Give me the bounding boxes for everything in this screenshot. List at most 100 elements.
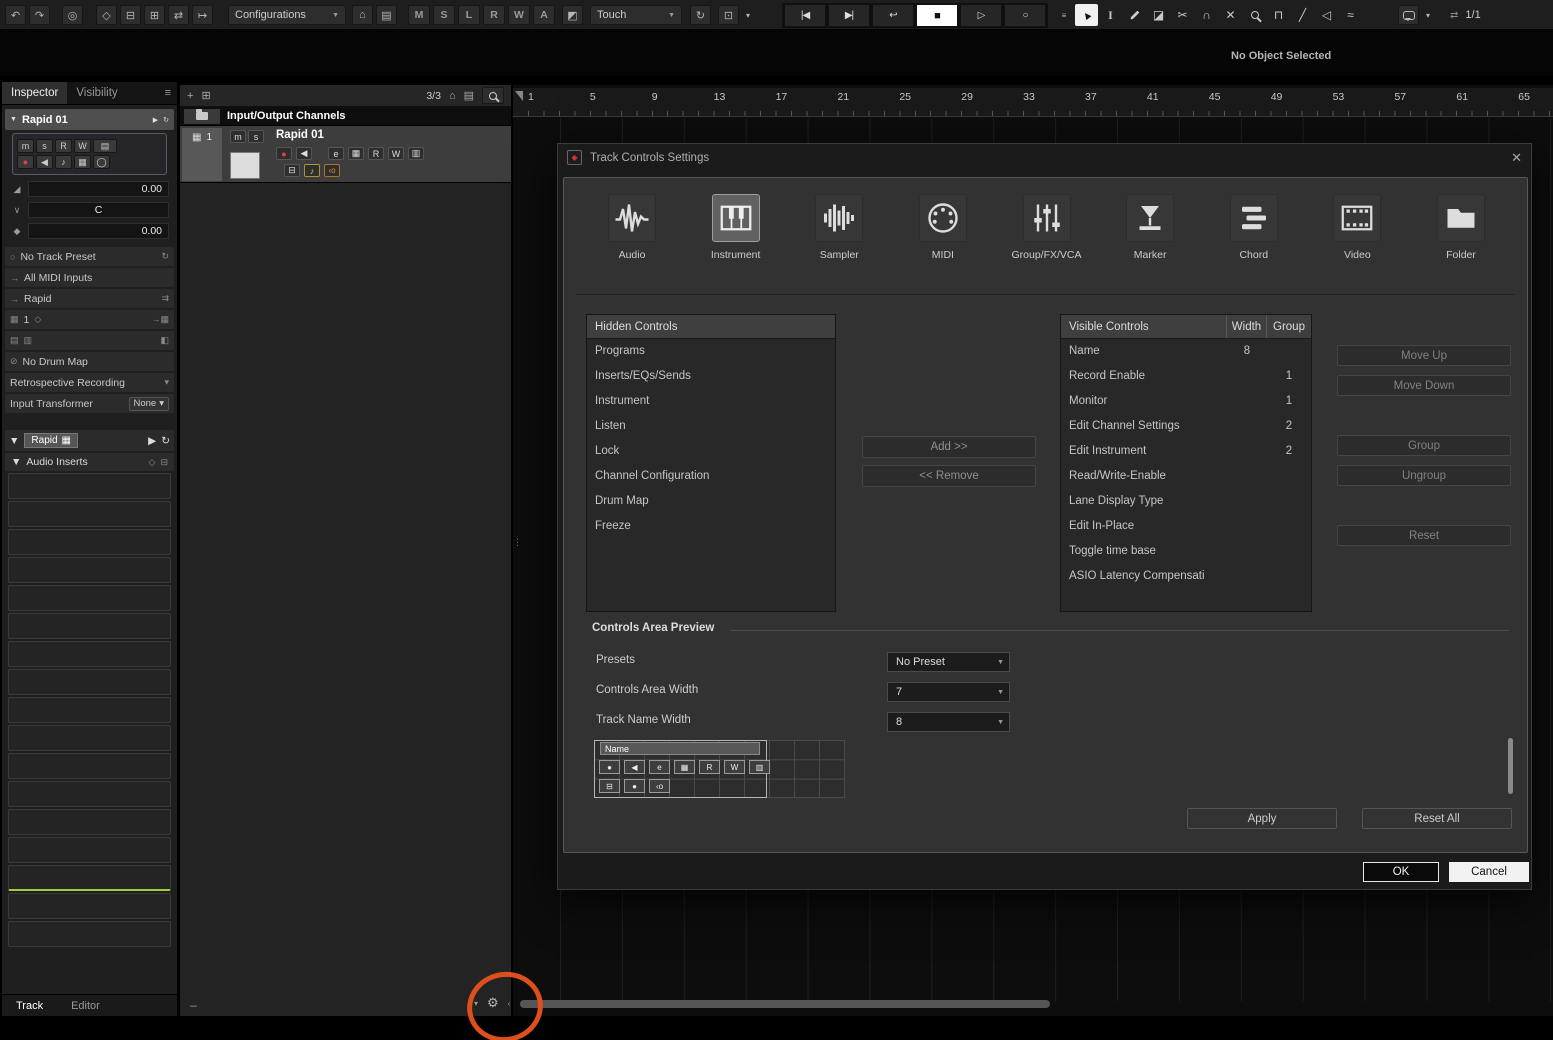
hidden-control-item[interactable]: Lock — [587, 439, 835, 464]
minus-icon[interactable]: – — [190, 998, 197, 1012]
tab-editor[interactable]: Editor — [57, 1000, 114, 1012]
play-tool[interactable]: ◁ — [1315, 4, 1338, 26]
compare-icon[interactable]: ⇄ — [168, 5, 189, 25]
channel-section-header[interactable]: ▼ Rapid ▦ ▶ ↻ — [5, 430, 174, 451]
edit-instrument-icon[interactable]: →▦ — [151, 314, 169, 325]
insert-slot[interactable] — [8, 641, 171, 667]
insert-slot[interactable] — [8, 837, 171, 863]
track-type-audio[interactable]: Audio — [607, 194, 657, 261]
feedback-icon[interactable] — [1398, 5, 1419, 25]
redo-icon[interactable]: ↷ — [29, 5, 50, 25]
reload-icon[interactable]: ↻ — [161, 251, 169, 262]
search-box[interactable] — [482, 87, 504, 104]
visible-control-row[interactable]: Record Enable 1 — [1061, 364, 1311, 389]
tab-track[interactable]: Track — [2, 1000, 57, 1012]
keyboard-icon[interactable]: ▦ — [74, 155, 91, 169]
insert-slot[interactable] — [8, 921, 171, 947]
visible-control-row[interactable]: Toggle time base — [1061, 539, 1311, 564]
input-transformer-row[interactable]: Input Transformer None ▾ — [5, 394, 174, 413]
freeze-icon[interactable]: ‹o — [324, 164, 340, 177]
add-button[interactable]: Add >> — [862, 436, 1036, 458]
channel-strip-icon[interactable]: ▤ — [93, 139, 117, 153]
bypass-icon[interactable]: ⊟ — [160, 457, 168, 468]
cancel-button[interactable]: Cancel — [1449, 862, 1529, 882]
timebase-note-icon[interactable]: ♪ — [304, 164, 320, 177]
insert-slot-armed[interactable] — [8, 865, 171, 891]
hidden-control-item[interactable]: Listen — [587, 414, 835, 439]
channel-chip[interactable]: Rapid ▦ — [24, 433, 78, 448]
track-type-folder[interactable]: Folder — [1436, 194, 1486, 261]
track-visibility-icon[interactable]: ⊟ — [120, 5, 141, 25]
controls-area-width-dropdown[interactable]: 7 ▼ — [887, 682, 1010, 702]
folder-track-row[interactable]: Input/Output Channels — [180, 107, 511, 126]
visible-control-row[interactable]: Edit Channel Settings 2 — [1061, 414, 1311, 439]
read-automation-button[interactable]: R — [55, 139, 72, 153]
monitor-button[interactable]: ◀ — [296, 147, 312, 160]
track-picture[interactable] — [230, 152, 260, 179]
midi-options-row[interactable]: ▤ ▥ ◧ — [5, 331, 174, 350]
horizontal-scrollbar[interactable] — [520, 1000, 1050, 1008]
record-button[interactable]: ○ — [1004, 4, 1046, 27]
visible-control-row[interactable]: Lane Display Type — [1061, 489, 1311, 514]
record-enable-button[interactable]: ● — [276, 147, 292, 160]
refresh-icon[interactable]: ↻ — [163, 116, 169, 124]
add-track-icon[interactable]: + — [187, 90, 193, 102]
refresh-icon[interactable]: ↻ — [161, 435, 170, 447]
monitor-button[interactable]: ◀ — [36, 155, 53, 169]
insert-slot[interactable] — [8, 809, 171, 835]
hidden-control-item[interactable]: Instrument — [587, 389, 835, 414]
edit-instrument-button[interactable]: ▦ — [348, 147, 364, 160]
solo-button[interactable]: s — [36, 139, 53, 153]
split-tool[interactable]: ✂ — [1171, 4, 1194, 26]
visible-control-row[interactable]: ASIO Latency Compensati — [1061, 564, 1311, 589]
insert-slot[interactable] — [8, 781, 171, 807]
insert-slot[interactable] — [8, 697, 171, 723]
drum-map-row[interactable]: ⊘ No Drum Map — [5, 352, 174, 371]
visible-control-row[interactable]: Monitor 1 — [1061, 389, 1311, 414]
goto-previous-marker-button[interactable]: |◀ — [784, 4, 826, 27]
insert-slot[interactable] — [8, 893, 171, 919]
expand-icon[interactable]: ▶ — [148, 435, 156, 447]
cycle-button[interactable]: ↩ — [872, 4, 914, 27]
visible-control-row[interactable]: Read/Write-Enable — [1061, 464, 1311, 489]
comp-tool[interactable]: ⊓ — [1267, 4, 1290, 26]
remove-button[interactable]: << Remove — [862, 465, 1036, 487]
track-type-midi[interactable]: MIDI — [918, 194, 968, 261]
edit-channel-settings-button[interactable]: e — [328, 147, 344, 160]
chevron-down-icon[interactable]: ▾ — [1422, 5, 1434, 25]
insert-slot[interactable] — [8, 557, 171, 583]
track-preset-row[interactable]: ○ No Track Preset ↻ — [5, 247, 174, 266]
draw-tool[interactable] — [1123, 4, 1146, 26]
record-enable-button[interactable]: ● — [17, 155, 34, 169]
object-selection-tool[interactable]: ▲ — [1075, 4, 1098, 26]
automation-mode-button[interactable]: A — [533, 5, 555, 25]
automation-mode-button[interactable]: L — [458, 5, 480, 25]
collapse-icon[interactable]: ▼ — [10, 116, 17, 123]
punch-icon[interactable]: ◇ — [96, 5, 117, 25]
menu-icon[interactable]: ≡ — [165, 87, 171, 99]
show-lanes-button[interactable]: ⊟ — [284, 164, 300, 177]
timeline-ruler[interactable]: 1591317212529333741454953576165 — [513, 88, 1553, 117]
instrument-track-row[interactable]: ▦ 1 m s Rapid 01 ● ◀ e ▦ R W ▥ ⊟ ♪ ‹o — [180, 126, 511, 183]
automation-mode-button[interactable]: R — [483, 5, 505, 25]
stop-button[interactable]: ■ — [916, 4, 958, 27]
list-icon[interactable]: ▤ — [464, 89, 474, 102]
dialog-title-bar[interactable]: ◆ Track Controls Settings ✕ — [558, 144, 1531, 171]
automation-mode-dropdown[interactable]: Touch ▼ — [590, 5, 682, 25]
output-routing-row[interactable]: → Rapid ⇉ — [5, 289, 174, 308]
insert-slot[interactable] — [8, 725, 171, 751]
visible-control-row[interactable]: Name 8 — [1061, 339, 1311, 364]
insert-slot[interactable] — [8, 473, 171, 499]
presets-dropdown[interactable]: No Preset ▼ — [887, 652, 1010, 672]
goto-next-marker-button[interactable]: ▶| — [828, 4, 870, 27]
ungroup-button[interactable]: Ungroup — [1337, 465, 1511, 486]
write-automation-button[interactable]: W — [74, 139, 91, 153]
zoom-tool[interactable] — [1243, 4, 1266, 26]
track-color-zone[interactable]: ▦ 1 — [182, 128, 222, 181]
insert-slot[interactable] — [8, 529, 171, 555]
delay-value[interactable]: 0.00 — [28, 223, 169, 239]
retrospective-recording-row[interactable]: Retrospective Recording ▾ — [5, 373, 174, 392]
lock-icon[interactable]: ◯ — [93, 155, 110, 169]
track-name[interactable]: Rapid 01 — [276, 129, 324, 141]
layout-icon[interactable]: ▤ — [376, 5, 397, 25]
